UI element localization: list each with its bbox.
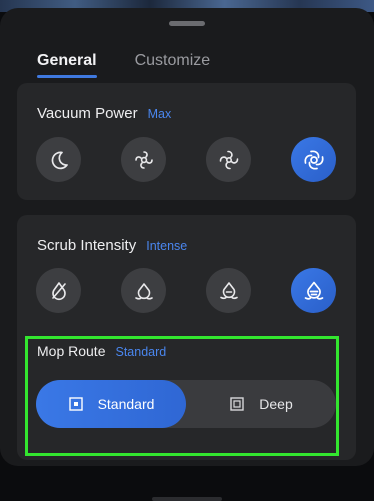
mild-water-icon: [134, 282, 153, 300]
scrub-intensity-title: Scrub Intensity: [37, 237, 137, 254]
tab-bar: General Customize: [37, 52, 210, 78]
mop-route-header: Mop Route Standard: [37, 343, 166, 359]
max-suction-icon: [303, 149, 324, 170]
scrub-intensity-options: [36, 268, 336, 313]
sheet-drag-handle[interactable]: [169, 21, 205, 26]
scrub-option-off[interactable]: [36, 268, 81, 313]
scrub-intensity-header: Scrub Intensity Intense: [37, 237, 187, 254]
scrub-option-intense[interactable]: [291, 268, 336, 313]
mop-route-title: Mop Route: [37, 343, 106, 359]
mop-route-segmented-control: Standard Deep: [36, 380, 336, 428]
deep-route-icon: [230, 397, 244, 411]
vacuum-power-title: Vacuum Power: [37, 105, 138, 122]
mop-route-value: Standard: [115, 345, 167, 359]
intense-water-icon: [304, 281, 323, 300]
no-water-icon: [51, 281, 66, 300]
moderate-water-icon: [219, 281, 238, 299]
scrub-intensity-card: Scrub Intensity Intense Mop Route Standa…: [17, 215, 356, 460]
vacuum-option-max[interactable]: [291, 137, 336, 182]
vacuum-power-options: [36, 137, 336, 182]
turbo-suction-icon: [219, 150, 238, 169]
vacuum-option-turbo[interactable]: [206, 137, 251, 182]
vacuum-power-card: Vacuum Power Max: [17, 83, 356, 200]
quiet-icon: [51, 151, 68, 169]
vacuum-option-quiet[interactable]: [36, 137, 81, 182]
standard-route-icon: [68, 397, 83, 411]
scrub-option-moderate[interactable]: [206, 268, 251, 313]
vacuum-power-header: Vacuum Power Max: [37, 105, 171, 122]
vacuum-option-standard[interactable]: [121, 137, 166, 182]
mop-route-standard-button[interactable]: Standard: [36, 380, 186, 428]
tab-customize[interactable]: Customize: [135, 52, 211, 78]
scrub-option-mild[interactable]: [121, 268, 166, 313]
scrub-intensity-value: Intense: [146, 239, 188, 253]
tab-general[interactable]: General: [37, 52, 97, 78]
mop-route-deep-button[interactable]: Deep: [186, 380, 336, 428]
mop-route-deep-label: Deep: [259, 396, 293, 412]
mop-route-standard-label: Standard: [97, 396, 155, 412]
home-indicator: [152, 497, 222, 501]
vacuum-power-value: Max: [147, 107, 172, 121]
standard-suction-icon: [134, 150, 153, 169]
